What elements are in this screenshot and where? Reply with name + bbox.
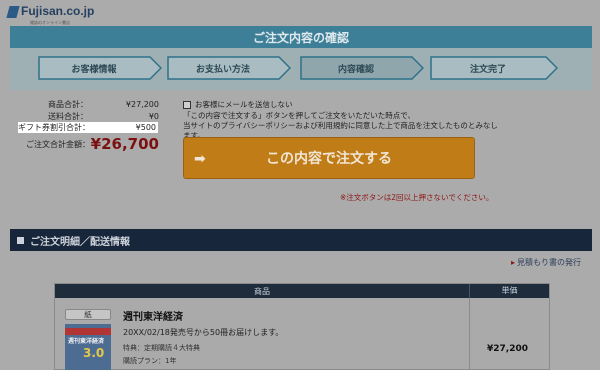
step-confirm: 内容確認	[300, 56, 424, 80]
cover-headline: 3.0	[83, 346, 105, 360]
section-title: ご注文明細／配送情報	[30, 236, 130, 248]
column-header-product: 商品	[254, 286, 270, 296]
shipping-value: ¥0	[148, 111, 159, 121]
delivery-description: 20XX/02/18発売号から50冊お届けします。	[123, 328, 284, 337]
square-bullet-icon	[17, 236, 24, 244]
step-label: 内容確認	[337, 64, 374, 75]
column-header-price: 単価	[469, 284, 549, 298]
checkout-steps: お客様情報 お支払い方法 内容確認 注文完了	[10, 48, 592, 90]
shipping-row: 送料合計： ¥0	[26, 110, 161, 122]
step-label: 注文完了	[469, 64, 506, 75]
total-row: ご注文合計金額： ¥26,700	[26, 133, 161, 155]
magazine-cover-image[interactable]: 週刊東洋経済 3.0	[65, 324, 111, 370]
table-header: 商品 単価	[55, 284, 549, 298]
magazine-name[interactable]: 週刊東洋経済	[123, 308, 183, 323]
step-label: お客様情報	[71, 64, 117, 75]
arrow-right-icon: ➡	[194, 151, 206, 167]
step-label: お支払い方法	[195, 64, 250, 75]
fujisan-logo[interactable]: Fujisan.co.jp 雑誌のオンライン書店	[6, 4, 95, 25]
logo-mark-icon	[6, 6, 20, 18]
double-click-warning: ※注文ボタンは2回以上押さないでください。	[340, 193, 494, 202]
cover-band	[65, 328, 111, 335]
total-value: ¥26,700	[90, 135, 159, 153]
logo-text: Fujisan.co.jp	[21, 4, 95, 18]
confirm-options: お客様にメールを送信しない 「この内容で注文する」ボタンを押してご注文をいただい…	[183, 99, 503, 141]
quote-issue-label: 見積もり書の発行	[517, 258, 582, 267]
plan-text: 購読プラン：1年	[123, 357, 177, 365]
cover-title: 週刊東洋経済	[68, 338, 105, 345]
order-items-table: 商品 単価 紙 週刊東洋経済 3.0 週刊東洋経済 20XX/02/18発売号か…	[54, 283, 550, 370]
no-mail-option[interactable]: お客様にメールを送信しない	[183, 99, 503, 110]
page-title: ご注文内容の確認	[10, 26, 592, 48]
no-mail-checkbox[interactable]	[183, 100, 191, 109]
no-mail-label: お客様にメールを送信しない	[195, 100, 293, 109]
chevron-right-icon: ▸	[511, 258, 516, 267]
total-label: ご注文合計金額：	[26, 139, 90, 149]
column-divider	[469, 298, 470, 370]
subtotal-value: ¥27,200	[125, 99, 159, 109]
step-complete: 注文完了	[430, 56, 558, 80]
consent-line-1: 「この内容で注文する」ボタンを押してご注文をいただいた時点で、	[183, 111, 415, 120]
unit-price: ¥27,200	[487, 344, 528, 354]
gift-discount-value: ¥500	[135, 123, 156, 132]
format-tag: 紙	[65, 309, 111, 320]
quote-issue-link[interactable]: ▸ 見積もり書の発行	[511, 257, 581, 268]
step-payment: お支払い方法	[167, 56, 291, 80]
order-summary: 商品合計： ¥27,200 送料合計： ¥0 ギフト券割引合計： ¥500 ご注…	[18, 98, 161, 155]
gift-discount-label: ギフト券割引合計：	[18, 123, 90, 132]
perk-text: 特典：定期購読４大特典	[123, 344, 200, 352]
page: Fujisan.co.jp 雑誌のオンライン書店 ご注文内容の確認 お客様情報 …	[0, 0, 600, 370]
shipping-label: 送料合計：	[48, 111, 88, 121]
order-details-header: ご注文明細／配送情報	[10, 229, 592, 251]
subtotal-label: 商品合計：	[48, 99, 88, 109]
place-order-button[interactable]: ➡ この内容で注文する	[183, 137, 475, 179]
step-customer-info: お客様情報	[38, 56, 162, 80]
place-order-label: この内容で注文する	[266, 151, 392, 167]
subtotal-row: 商品合計： ¥27,200	[26, 98, 161, 110]
gift-discount-row: ギフト券割引合計： ¥500	[18, 122, 158, 133]
